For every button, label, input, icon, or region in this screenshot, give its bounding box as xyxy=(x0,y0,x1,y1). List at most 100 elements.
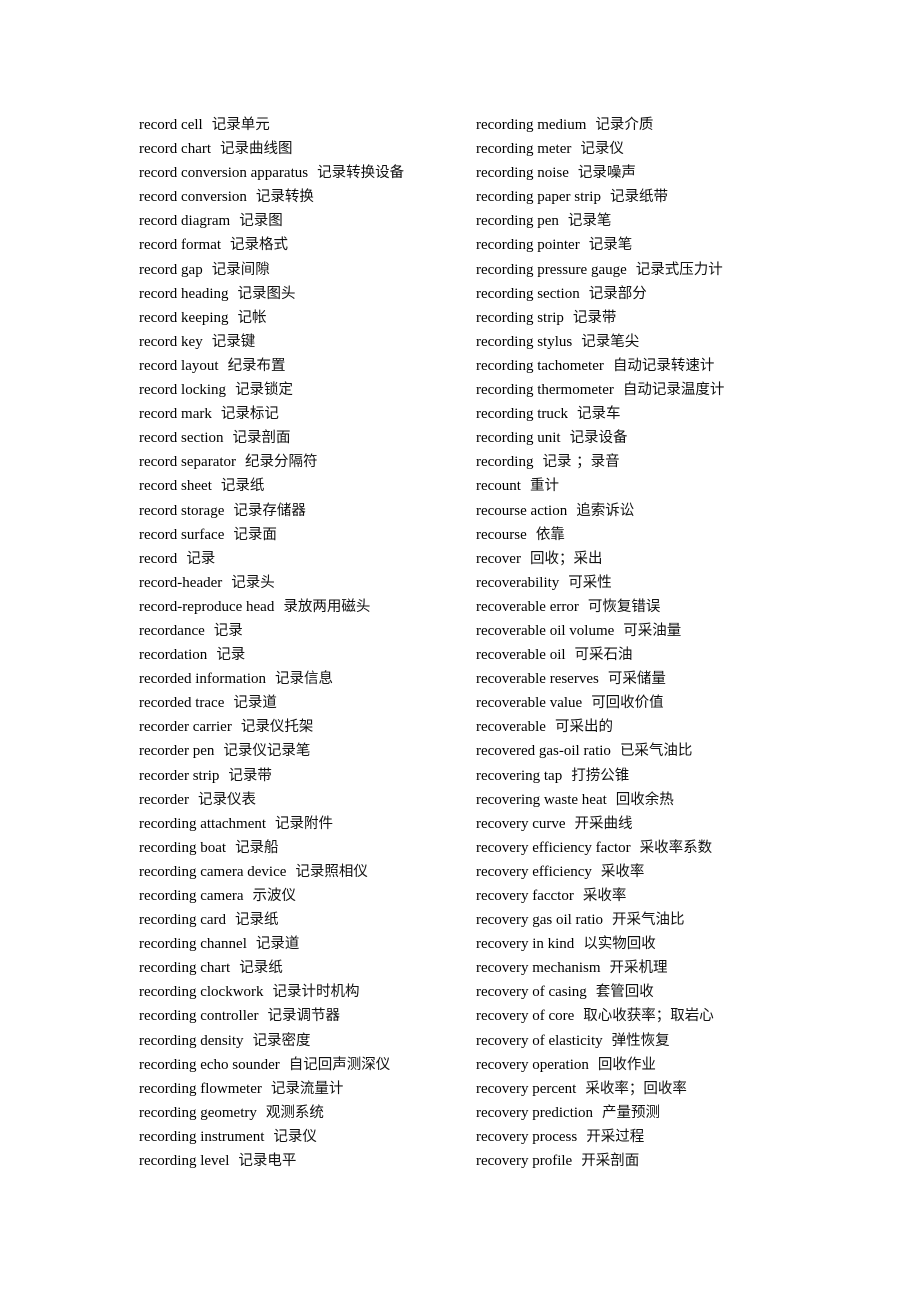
glossary-entry: recording pointer 记录笔 xyxy=(476,233,806,257)
chinese-translation: 记录笔尖 xyxy=(581,333,640,350)
english-term: recovery process xyxy=(476,1128,578,1145)
chinese-translation: 记录剖面 xyxy=(232,430,291,447)
glossary-entry: recorder strip 记录带 xyxy=(139,764,469,788)
english-term: recording thermometer xyxy=(476,382,614,399)
glossary-entry: recovery profile 开采剖面 xyxy=(476,1149,806,1173)
glossary-entry: recovery in kind 以实物回收 xyxy=(476,932,806,956)
english-term: recording attachment xyxy=(139,815,267,832)
english-term: record keeping xyxy=(139,309,229,326)
english-term: recoverable error xyxy=(476,598,579,615)
chinese-translation: 记录电平 xyxy=(238,1153,297,1170)
glossary-entry: record format 记录格式 xyxy=(139,233,469,257)
english-term: recovery mechanism xyxy=(476,960,601,977)
english-term: recovery in kind xyxy=(476,936,575,953)
glossary-entry: recount 重计 xyxy=(476,474,806,498)
glossary-entry: recording pressure gauge 记录式压力计 xyxy=(476,258,806,282)
glossary-entry: record heading 记录图头 xyxy=(139,282,469,306)
chinese-translation: 套管回收 xyxy=(595,984,654,1001)
chinese-translation: 记录信息 xyxy=(275,671,334,688)
english-term: record locking xyxy=(139,382,227,399)
chinese-translation: 记录存储器 xyxy=(233,502,306,519)
chinese-translation: 可恢复错误 xyxy=(587,598,661,615)
chinese-translation: 记录照相仪 xyxy=(295,863,368,880)
glossary-entry: record key 记录键 xyxy=(139,330,469,354)
english-term: recorder pen xyxy=(139,743,215,760)
glossary-entry: recorder carrier 记录仪托架 xyxy=(139,715,469,739)
chinese-translation: 自动记录转速计 xyxy=(612,357,715,374)
english-term: recovery efficiency xyxy=(476,863,592,880)
chinese-translation: 开采机理 xyxy=(609,960,668,977)
english-term: record gap xyxy=(139,261,203,278)
english-term: recorded information xyxy=(139,671,267,688)
english-term: recourse xyxy=(476,526,527,543)
glossary-entry: record surface 记录面 xyxy=(139,523,469,547)
glossary-entry: record mark 记录标记 xyxy=(139,402,469,426)
chinese-translation: 记录键 xyxy=(211,333,256,350)
english-term: recovering waste heat xyxy=(476,791,607,808)
glossary-entry: recording clockwork 记录计时机构 xyxy=(139,980,469,1004)
chinese-translation: 记录仪托架 xyxy=(240,719,314,736)
chinese-translation: 可采石油 xyxy=(574,647,633,664)
chinese-translation: 纪录布置 xyxy=(227,357,286,374)
english-term: recording truck xyxy=(476,406,569,423)
chinese-translation: 记录纸 xyxy=(239,960,283,977)
glossary-entry: recording strip 记录带 xyxy=(476,306,806,330)
chinese-translation: 弹性恢复 xyxy=(611,1032,670,1049)
glossary-entry: recoverable oil 可采石油 xyxy=(476,643,806,667)
chinese-translation: 采收率系数 xyxy=(639,839,713,856)
glossary-entry: recording thermometer 自动记录温度计 xyxy=(476,378,806,402)
english-term: recording clockwork xyxy=(139,984,264,1001)
glossary-entry: record 记录 xyxy=(139,547,469,571)
glossary-left-column: record cell 记录单元 record chart 记录曲线图 record c… xyxy=(139,113,469,1173)
glossary-entry: recoverable 可采出的 xyxy=(476,715,806,739)
chinese-translation: 记录间隙 xyxy=(211,261,270,278)
english-term: recording section xyxy=(476,285,580,302)
glossary-entry: record locking 记录锁定 xyxy=(139,378,469,402)
english-term: record mark xyxy=(139,406,212,423)
glossary-entry: recording unit 记录设备 xyxy=(476,426,806,450)
english-term: recoverable value xyxy=(476,695,583,712)
chinese-translation: 开采曲线 xyxy=(574,815,633,832)
english-term: recorded trace xyxy=(139,695,225,712)
chinese-translation: 纪录分隔符 xyxy=(245,454,318,471)
english-term: recovered gas-oil ratio xyxy=(476,743,611,760)
glossary-entry: record-reproduce head 录放两用磁头 xyxy=(139,595,469,619)
chinese-translation: 录放两用磁头 xyxy=(283,598,371,615)
chinese-translation: 已采气油比 xyxy=(619,743,693,760)
english-term: recorder xyxy=(139,791,189,808)
chinese-translation: 记录 xyxy=(186,550,216,567)
english-term: recording unit xyxy=(476,430,561,447)
english-term: recovery of core xyxy=(476,1008,575,1025)
english-term: recording medium xyxy=(476,117,587,133)
chinese-translation: 自记回声测深仪 xyxy=(288,1056,391,1073)
chinese-translation: 可回收价值 xyxy=(591,695,664,712)
chinese-translation: 记录标记 xyxy=(220,406,279,423)
chinese-translation: 记录转换设备 xyxy=(317,165,405,182)
chinese-translation: 回收；采出 xyxy=(529,550,603,567)
glossary-entry: recovery facctor 采收率 xyxy=(476,884,806,908)
glossary-entry: record chart 记录曲线图 xyxy=(139,137,469,161)
english-term: record separator xyxy=(139,454,237,471)
chinese-translation: 记录介质 xyxy=(595,117,654,133)
english-term: record heading xyxy=(139,285,229,302)
english-term: recording strip xyxy=(476,309,564,326)
glossary-entry: recording camera device 记录照相仪 xyxy=(139,860,469,884)
english-term: record format xyxy=(139,237,222,254)
glossary-entry: recording tachometer 自动记录转速计 xyxy=(476,354,806,378)
chinese-translation: 记录车 xyxy=(577,406,621,423)
english-term: record storage xyxy=(139,502,225,519)
english-term: recover xyxy=(476,550,521,567)
english-term: recovery percent xyxy=(476,1080,577,1097)
chinese-translation: 可采出的 xyxy=(554,719,613,736)
glossary-entry: recovery curve 开采曲线 xyxy=(476,812,806,836)
glossary-entry: recoverable value 可回收价值 xyxy=(476,691,806,715)
english-term: recovery curve xyxy=(476,815,566,832)
chinese-translation: 记录设备 xyxy=(569,430,628,447)
glossary-entry: recording card 记录纸 xyxy=(139,908,469,932)
glossary-entry: record sheet 记录纸 xyxy=(139,474,469,498)
glossary-entry: recovery gas oil ratio 开采气油比 xyxy=(476,908,806,932)
chinese-translation: 记录笔 xyxy=(567,213,612,230)
english-term: recording echo sounder xyxy=(139,1056,280,1073)
glossary-entry: recording instrument 记录仪 xyxy=(139,1125,469,1149)
glossary-right-column: recording medium 记录介质 recording meter 记录仪 re… xyxy=(476,113,806,1173)
